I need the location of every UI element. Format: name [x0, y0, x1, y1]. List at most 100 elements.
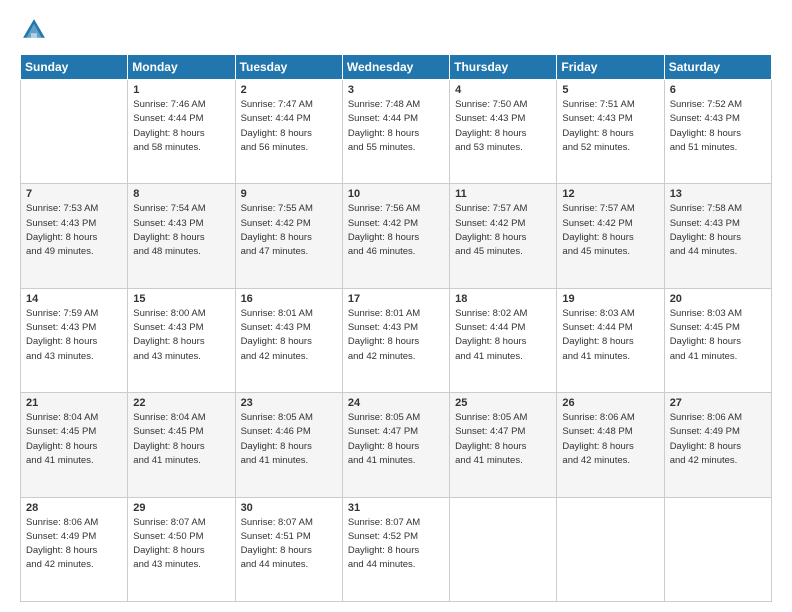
day-info: Sunrise: 8:01 AMSunset: 4:43 PMDaylight:… — [241, 307, 337, 364]
sunset-text: Sunset: 4:42 PM — [562, 218, 632, 229]
day-number: 30 — [241, 502, 337, 514]
sunset-text: Sunset: 4:51 PM — [241, 531, 311, 542]
daylight-text-cont: and 51 minutes. — [670, 142, 738, 153]
calendar-cell: 23Sunrise: 8:05 AMSunset: 4:46 PMDayligh… — [235, 393, 342, 497]
daylight-text-cont: and 41 minutes. — [133, 455, 201, 466]
sunrise-text: Sunrise: 7:51 AM — [562, 99, 634, 110]
daylight-text-cont: and 41 minutes. — [348, 455, 416, 466]
daylight-text: Daylight: 8 hours — [348, 232, 419, 243]
sunrise-text: Sunrise: 7:55 AM — [241, 203, 313, 214]
calendar-cell: 2 Sunrise: 7:47 AMSunset: 4:44 PMDaylight… — [235, 80, 342, 184]
daylight-text-cont: and 55 minutes. — [348, 142, 416, 153]
day-info: Sunrise: 7:52 AMSunset: 4:43 PMDaylight:… — [670, 98, 766, 155]
day-info: Sunrise: 7:59 AMSunset: 4:43 PMDaylight:… — [26, 307, 122, 364]
daylight-text-cont: and 43 minutes. — [133, 351, 201, 362]
daylight-text: Daylight: 8 hours — [670, 336, 741, 347]
sunrise-text: Sunrise: 8:01 AM — [241, 308, 313, 319]
daylight-text: Daylight: 8 hours — [241, 441, 312, 452]
day-info: Sunrise: 7:57 AMSunset: 4:42 PMDaylight:… — [455, 202, 551, 259]
daylight-text-cont: and 58 minutes. — [133, 142, 201, 153]
sunset-text: Sunset: 4:43 PM — [241, 322, 311, 333]
day-number: 4 — [455, 84, 551, 96]
calendar-cell: 4 Sunrise: 7:50 AMSunset: 4:43 PMDaylight… — [450, 80, 557, 184]
day-number: 24 — [348, 397, 444, 409]
day-info: Sunrise: 8:05 AMSunset: 4:46 PMDaylight:… — [241, 411, 337, 468]
daylight-text-cont: and 42 minutes. — [670, 455, 738, 466]
calendar-cell: 10Sunrise: 7:56 AMSunset: 4:42 PMDayligh… — [342, 184, 449, 288]
daylight-text-cont: and 43 minutes. — [133, 559, 201, 570]
daylight-text-cont: and 52 minutes. — [562, 142, 630, 153]
daylight-text-cont: and 45 minutes. — [562, 246, 630, 257]
day-info: Sunrise: 8:03 AMSunset: 4:44 PMDaylight:… — [562, 307, 658, 364]
sunrise-text: Sunrise: 8:05 AM — [348, 412, 420, 423]
sunset-text: Sunset: 4:44 PM — [133, 113, 203, 124]
daylight-text-cont: and 42 minutes. — [241, 351, 309, 362]
sunrise-text: Sunrise: 8:07 AM — [241, 517, 313, 528]
daylight-text: Daylight: 8 hours — [241, 545, 312, 556]
day-number: 25 — [455, 397, 551, 409]
header — [20, 16, 772, 44]
calendar-cell: 5 Sunrise: 7:51 AMSunset: 4:43 PMDaylight… — [557, 80, 664, 184]
day-number: 20 — [670, 293, 766, 305]
day-info: Sunrise: 7:50 AMSunset: 4:43 PMDaylight:… — [455, 98, 551, 155]
sunset-text: Sunset: 4:43 PM — [670, 218, 740, 229]
sunset-text: Sunset: 4:43 PM — [133, 322, 203, 333]
daylight-text: Daylight: 8 hours — [26, 232, 97, 243]
sunset-text: Sunset: 4:43 PM — [26, 322, 96, 333]
daylight-text-cont: and 46 minutes. — [348, 246, 416, 257]
sunset-text: Sunset: 4:47 PM — [348, 426, 418, 437]
sunrise-text: Sunrise: 8:05 AM — [455, 412, 527, 423]
sunrise-text: Sunrise: 8:06 AM — [670, 412, 742, 423]
sunset-text: Sunset: 4:43 PM — [670, 113, 740, 124]
daylight-text-cont: and 41 minutes. — [455, 351, 523, 362]
day-info: Sunrise: 7:47 AMSunset: 4:44 PMDaylight:… — [241, 98, 337, 155]
day-number: 29 — [133, 502, 229, 514]
calendar-cell: 6Sunrise: 7:52 AMSunset: 4:43 PMDaylight… — [664, 80, 771, 184]
weekday-header: Sunday — [21, 55, 128, 80]
daylight-text-cont: and 53 minutes. — [455, 142, 523, 153]
weekday-header-row: SundayMondayTuesdayWednesdayThursdayFrid… — [21, 55, 772, 80]
calendar: SundayMondayTuesdayWednesdayThursdayFrid… — [20, 54, 772, 602]
sunrise-text: Sunrise: 8:06 AM — [26, 517, 98, 528]
daylight-text-cont: and 48 minutes. — [133, 246, 201, 257]
calendar-cell: 17Sunrise: 8:01 AMSunset: 4:43 PMDayligh… — [342, 288, 449, 392]
calendar-cell: 1Sunrise: 7:46 AMSunset: 4:44 PMDaylight… — [128, 80, 235, 184]
calendar-week-row: 21Sunrise: 8:04 AMSunset: 4:45 PMDayligh… — [21, 393, 772, 497]
daylight-text: Daylight: 8 hours — [670, 128, 741, 139]
sunrise-text: Sunrise: 8:05 AM — [241, 412, 313, 423]
calendar-cell: 19Sunrise: 8:03 AMSunset: 4:44 PMDayligh… — [557, 288, 664, 392]
day-info: Sunrise: 8:06 AMSunset: 4:48 PMDaylight:… — [562, 411, 658, 468]
sunrise-text: Sunrise: 7:54 AM — [133, 203, 205, 214]
day-number: 5 — [562, 84, 658, 96]
sunset-text: Sunset: 4:42 PM — [348, 218, 418, 229]
day-info: Sunrise: 8:06 AMSunset: 4:49 PMDaylight:… — [26, 516, 122, 573]
daylight-text-cont: and 42 minutes. — [562, 455, 630, 466]
weekday-header: Monday — [128, 55, 235, 80]
sunset-text: Sunset: 4:42 PM — [241, 218, 311, 229]
calendar-cell — [450, 497, 557, 601]
day-number: 2 — [241, 84, 337, 96]
daylight-text: Daylight: 8 hours — [348, 336, 419, 347]
day-number: 12 — [562, 188, 658, 200]
day-info: Sunrise: 7:58 AMSunset: 4:43 PMDaylight:… — [670, 202, 766, 259]
daylight-text-cont: and 41 minutes. — [455, 455, 523, 466]
daylight-text: Daylight: 8 hours — [455, 441, 526, 452]
day-info: Sunrise: 8:07 AM Sunset: 4:51 PM Daylight:… — [241, 516, 337, 573]
sunset-text: Sunset: 4:48 PM — [562, 426, 632, 437]
calendar-cell: 7Sunrise: 7:53 AMSunset: 4:43 PMDaylight… — [21, 184, 128, 288]
calendar-cell: 30 Sunrise: 8:07 AM Sunset: 4:51 PM Dayligh… — [235, 497, 342, 601]
day-info: Sunrise: 7:51 AMSunset: 4:43 PMDaylight:… — [562, 98, 658, 155]
day-info: Sunrise: 7:46 AMSunset: 4:44 PMDaylight:… — [133, 98, 229, 155]
daylight-text: Daylight: 8 hours — [562, 336, 633, 347]
calendar-cell: 15Sunrise: 8:00 AMSunset: 4:43 PMDayligh… — [128, 288, 235, 392]
daylight-text: Daylight: 8 hours — [133, 232, 204, 243]
day-info: Sunrise: 8:07 AMSunset: 4:50 PMDaylight:… — [133, 516, 229, 573]
day-info: Sunrise: 8:02 AMSunset: 4:44 PMDaylight:… — [455, 307, 551, 364]
sunrise-text: Sunrise: 7:46 AM — [133, 99, 205, 110]
daylight-text: Daylight: 8 hours — [241, 232, 312, 243]
daylight-text-cont: and 44 minutes. — [670, 246, 738, 257]
day-number: 3 — [348, 84, 444, 96]
logo-icon — [20, 16, 48, 44]
daylight-text-cont: and 47 minutes. — [241, 246, 309, 257]
weekday-header: Thursday — [450, 55, 557, 80]
